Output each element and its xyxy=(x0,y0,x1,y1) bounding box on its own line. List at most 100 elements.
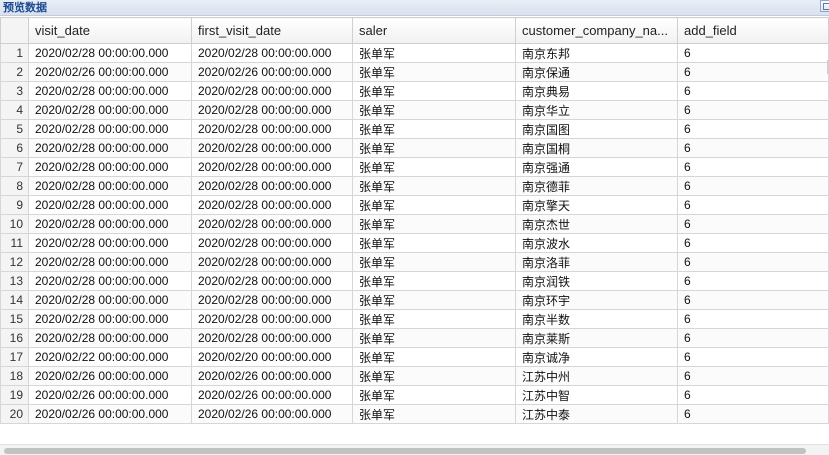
column-header-visit-date[interactable]: visit_date xyxy=(28,17,192,44)
cell-visit-date[interactable]: 2020/02/26 00:00:00.000 xyxy=(28,404,192,424)
cell-add-field[interactable]: 6 xyxy=(677,366,829,386)
cell-saler[interactable]: 张单军 xyxy=(352,404,516,424)
cell-customer-company-name[interactable]: 南京国桐 xyxy=(515,138,678,158)
cell-customer-company-name[interactable]: 南京擎天 xyxy=(515,195,678,215)
cell-customer-company-name[interactable]: 江苏中智 xyxy=(515,385,678,405)
cell-add-field[interactable]: 6 xyxy=(677,195,829,215)
row-number[interactable]: 1 xyxy=(0,43,29,63)
column-header-saler[interactable]: saler xyxy=(352,17,516,44)
cell-first-visit-date[interactable]: 2020/02/28 00:00:00.000 xyxy=(191,233,353,253)
row-number[interactable]: 2 xyxy=(0,62,29,82)
cell-saler[interactable]: 张单军 xyxy=(352,157,516,177)
table-row[interactable]: 12 2020/02/28 00:00:00.000 2020/02/28 00:0… xyxy=(0,252,829,272)
table-row[interactable]: 4 2020/02/28 00:00:00.000 2020/02/28 00:00… xyxy=(0,100,829,120)
cell-saler[interactable]: 张单军 xyxy=(352,214,516,234)
cell-add-field[interactable]: 6 xyxy=(677,347,829,367)
cell-first-visit-date[interactable]: 2020/02/28 00:00:00.000 xyxy=(191,157,353,177)
cell-first-visit-date[interactable]: 2020/02/28 00:00:00.000 xyxy=(191,214,353,234)
table-row[interactable]: 2 2020/02/26 00:00:00.000 2020/02/26 00:00… xyxy=(0,62,829,82)
cell-saler[interactable]: 张单军 xyxy=(352,138,516,158)
row-number[interactable]: 16 xyxy=(0,328,29,348)
row-number[interactable]: 18 xyxy=(0,366,29,386)
row-number[interactable]: 17 xyxy=(0,347,29,367)
cell-visit-date[interactable]: 2020/02/26 00:00:00.000 xyxy=(28,62,192,82)
row-number[interactable]: 4 xyxy=(0,100,29,120)
table-row[interactable]: 13 2020/02/28 00:00:00.000 2020/02/28 00:0… xyxy=(0,271,829,291)
cell-visit-date[interactable]: 2020/02/28 00:00:00.000 xyxy=(28,81,192,101)
scrollbar-thumb[interactable] xyxy=(4,448,806,454)
table-row[interactable]: 6 2020/02/28 00:00:00.000 2020/02/28 00:00… xyxy=(0,138,829,158)
cell-first-visit-date[interactable]: 2020/02/28 00:00:00.000 xyxy=(191,138,353,158)
cell-add-field[interactable]: 6 xyxy=(677,328,829,348)
cell-saler[interactable]: 张单军 xyxy=(352,347,516,367)
cell-visit-date[interactable]: 2020/02/26 00:00:00.000 xyxy=(28,366,192,386)
cell-add-field[interactable]: 6 xyxy=(677,271,829,291)
cell-saler[interactable]: 张单军 xyxy=(352,290,516,310)
cell-saler[interactable]: 张单军 xyxy=(352,100,516,120)
cell-add-field[interactable]: 6 xyxy=(677,43,829,63)
table-row[interactable]: 5 2020/02/28 00:00:00.000 2020/02/28 00:00… xyxy=(0,119,829,139)
cell-visit-date[interactable]: 2020/02/28 00:00:00.000 xyxy=(28,309,192,329)
cell-first-visit-date[interactable]: 2020/02/26 00:00:00.000 xyxy=(191,62,353,82)
cell-saler[interactable]: 张单军 xyxy=(352,385,516,405)
row-number[interactable]: 3 xyxy=(0,81,29,101)
cell-customer-company-name[interactable]: 南京半数 xyxy=(515,309,678,329)
cell-add-field[interactable]: 6 xyxy=(677,100,829,120)
table-row[interactable]: 10 2020/02/28 00:00:00.000 2020/02/28 00:0… xyxy=(0,214,829,234)
cell-visit-date[interactable]: 2020/02/26 00:00:00.000 xyxy=(28,385,192,405)
cell-saler[interactable]: 张单军 xyxy=(352,176,516,196)
row-number[interactable]: 14 xyxy=(0,290,29,310)
table-row[interactable]: 15 2020/02/28 00:00:00.000 2020/02/28 00:0… xyxy=(0,309,829,329)
table-row[interactable]: 7 2020/02/28 00:00:00.000 2020/02/28 00:00… xyxy=(0,157,829,177)
cell-visit-date[interactable]: 2020/02/28 00:00:00.000 xyxy=(28,328,192,348)
cell-first-visit-date[interactable]: 2020/02/28 00:00:00.000 xyxy=(191,43,353,63)
cell-visit-date[interactable]: 2020/02/28 00:00:00.000 xyxy=(28,214,192,234)
cell-add-field[interactable]: 6 xyxy=(677,62,829,82)
cell-add-field[interactable]: 6 xyxy=(677,138,829,158)
cell-visit-date[interactable]: 2020/02/28 00:00:00.000 xyxy=(28,233,192,253)
cell-add-field[interactable]: 6 xyxy=(677,404,829,424)
row-number[interactable]: 19 xyxy=(0,385,29,405)
cell-first-visit-date[interactable]: 2020/02/28 00:00:00.000 xyxy=(191,195,353,215)
table-row[interactable]: 17 2020/02/22 00:00:00.000 2020/02/20 00:0… xyxy=(0,347,829,367)
table-row[interactable]: 20 2020/02/26 00:00:00.000 2020/02/26 00:0… xyxy=(0,404,829,424)
cell-visit-date[interactable]: 2020/02/22 00:00:00.000 xyxy=(28,347,192,367)
cell-first-visit-date[interactable]: 2020/02/28 00:00:00.000 xyxy=(191,100,353,120)
cell-add-field[interactable]: 6 xyxy=(677,385,829,405)
cell-visit-date[interactable]: 2020/02/28 00:00:00.000 xyxy=(28,119,192,139)
row-number[interactable]: 9 xyxy=(0,195,29,215)
cell-customer-company-name[interactable]: 南京洛菲 xyxy=(515,252,678,272)
cell-first-visit-date[interactable]: 2020/02/28 00:00:00.000 xyxy=(191,271,353,291)
cell-saler[interactable]: 张单军 xyxy=(352,119,516,139)
cell-add-field[interactable]: 6 xyxy=(677,157,829,177)
cell-customer-company-name[interactable]: 南京诚净 xyxy=(515,347,678,367)
row-number[interactable]: 10 xyxy=(0,214,29,234)
column-header-first-visit-date[interactable]: first_visit_date xyxy=(191,17,353,44)
row-number[interactable]: 13 xyxy=(0,271,29,291)
cell-saler[interactable]: 张单军 xyxy=(352,271,516,291)
cell-first-visit-date[interactable]: 2020/02/28 00:00:00.000 xyxy=(191,309,353,329)
cell-first-visit-date[interactable]: 2020/02/28 00:00:00.000 xyxy=(191,119,353,139)
cell-customer-company-name[interactable]: 南京东邦 xyxy=(515,43,678,63)
cell-visit-date[interactable]: 2020/02/28 00:00:00.000 xyxy=(28,271,192,291)
cell-first-visit-date[interactable]: 2020/02/28 00:00:00.000 xyxy=(191,290,353,310)
cell-customer-company-name[interactable]: 南京华立 xyxy=(515,100,678,120)
table-row[interactable]: 9 2020/02/28 00:00:00.000 2020/02/28 00:00… xyxy=(0,195,829,215)
cell-saler[interactable]: 张单军 xyxy=(352,81,516,101)
cell-saler[interactable]: 张单军 xyxy=(352,195,516,215)
table-row[interactable]: 8 2020/02/28 00:00:00.000 2020/02/28 00:00… xyxy=(0,176,829,196)
cell-add-field[interactable]: 6 xyxy=(677,214,829,234)
cell-visit-date[interactable]: 2020/02/28 00:00:00.000 xyxy=(28,290,192,310)
cell-first-visit-date[interactable]: 2020/02/28 00:00:00.000 xyxy=(191,176,353,196)
cell-customer-company-name[interactable]: 南京杰世 xyxy=(515,214,678,234)
cell-first-visit-date[interactable]: 2020/02/26 00:00:00.000 xyxy=(191,385,353,405)
cell-customer-company-name[interactable]: 南京保通 xyxy=(515,62,678,82)
cell-add-field[interactable]: 6 xyxy=(677,252,829,272)
corner-cell[interactable] xyxy=(0,17,29,44)
table-row[interactable]: 1 2020/02/28 00:00:00.000 2020/02/28 00:00… xyxy=(0,43,829,63)
cell-first-visit-date[interactable]: 2020/02/26 00:00:00.000 xyxy=(191,404,353,424)
cell-customer-company-name[interactable]: 南京莱斯 xyxy=(515,328,678,348)
cell-customer-company-name[interactable]: 南京国图 xyxy=(515,119,678,139)
cell-customer-company-name[interactable]: 南京强通 xyxy=(515,157,678,177)
cell-customer-company-name[interactable]: 南京波水 xyxy=(515,233,678,253)
